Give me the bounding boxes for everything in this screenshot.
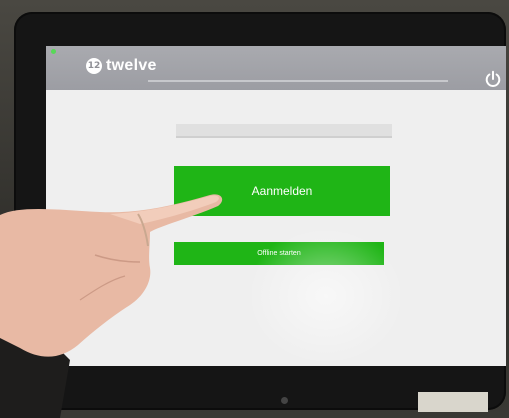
device-sticker (418, 392, 488, 412)
pointing-hand (0, 194, 223, 418)
